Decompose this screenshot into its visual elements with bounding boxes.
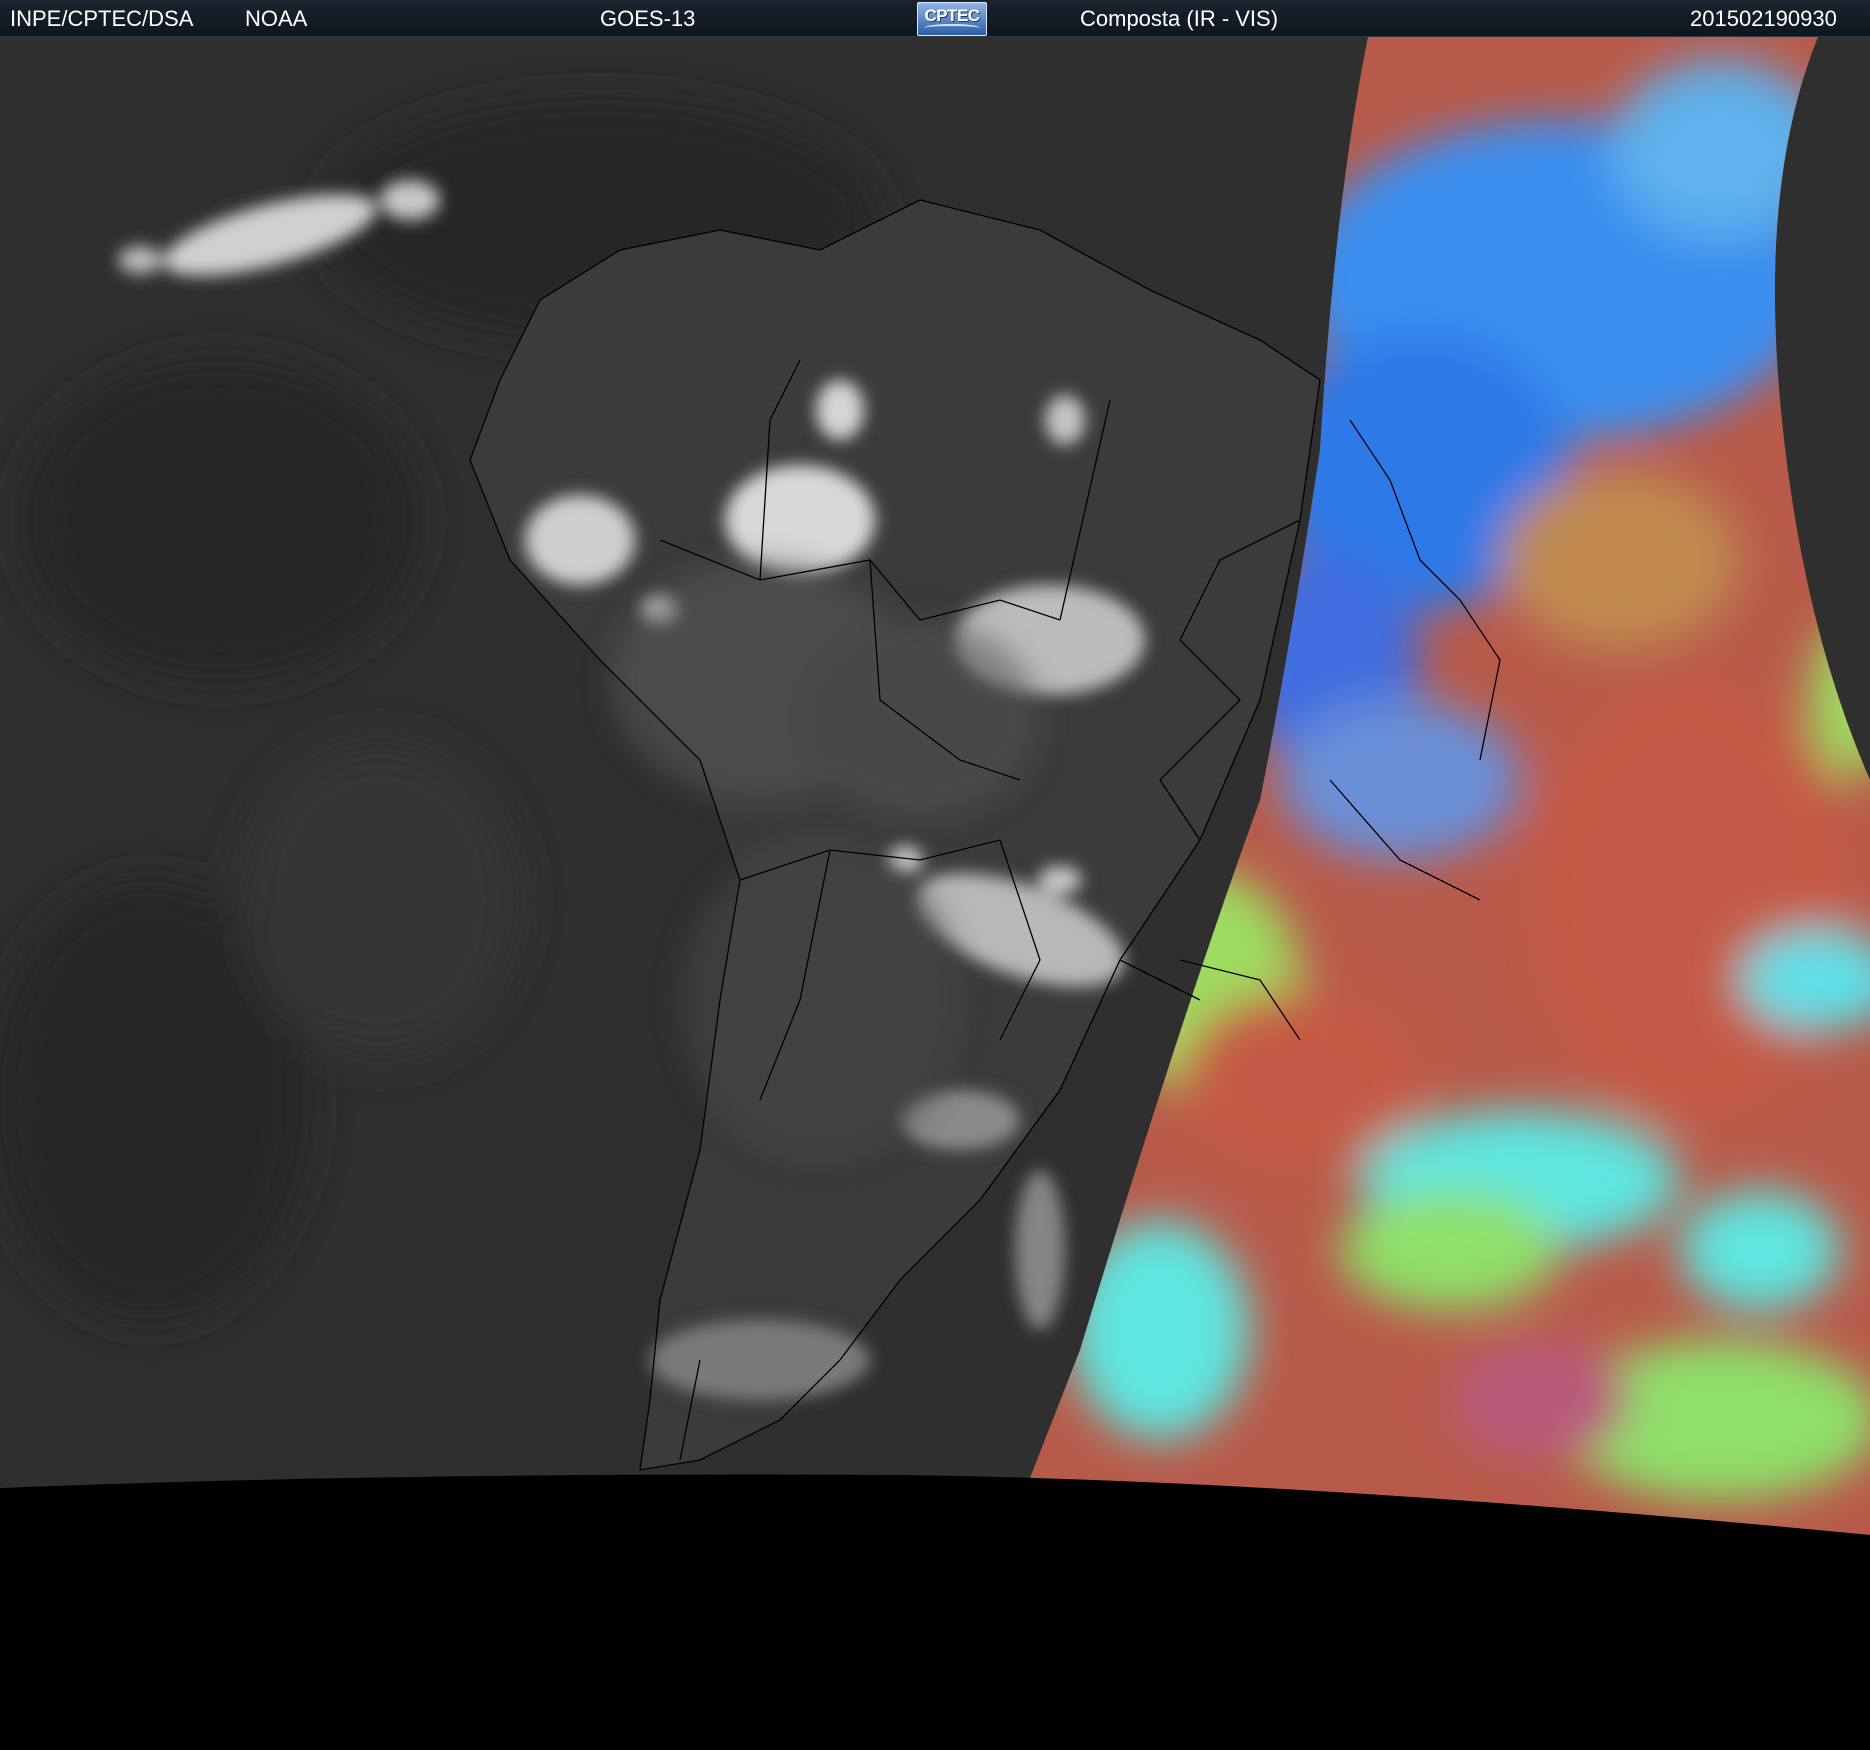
logo-arc-icon — [924, 24, 980, 32]
product-label: Composta (IR - VIS) — [1080, 6, 1279, 31]
agency-label: INPE/CPTEC/DSA — [10, 6, 194, 31]
satellite-image — [0, 37, 1870, 1750]
header-bar: INPE/CPTEC/DSA NOAA GOES-13 CPTEC Compos… — [0, 0, 1870, 37]
earth-disc — [0, 37, 1870, 1535]
cptec-logo-text: CPTEC — [924, 6, 980, 25]
satellite-label: GOES-13 — [600, 6, 696, 31]
provider-label: NOAA — [245, 6, 308, 31]
cptec-logo: CPTEC — [917, 2, 987, 36]
timestamp-label: 201502190930 — [1690, 6, 1837, 31]
